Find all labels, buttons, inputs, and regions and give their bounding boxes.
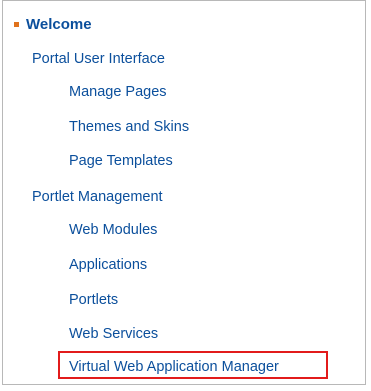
bullet-icon bbox=[14, 21, 19, 27]
nav-section-portal-user-interface[interactable]: Portal User Interface bbox=[32, 49, 165, 69]
nav-item-virtual-web-application-manager[interactable]: Virtual Web Application Manager bbox=[69, 357, 279, 377]
nav-item-portlets[interactable]: Portlets bbox=[69, 290, 118, 310]
nav-item-themes-and-skins[interactable]: Themes and Skins bbox=[69, 117, 189, 137]
navigation-panel: Welcome Portal User Interface Manage Pag… bbox=[2, 0, 366, 385]
welcome-label: Welcome bbox=[26, 15, 92, 33]
welcome-link[interactable]: Welcome bbox=[13, 13, 92, 35]
nav-item-web-services[interactable]: Web Services bbox=[69, 324, 158, 344]
nav-item-applications[interactable]: Applications bbox=[69, 255, 147, 275]
nav-item-manage-pages[interactable]: Manage Pages bbox=[69, 82, 167, 102]
nav-item-page-templates[interactable]: Page Templates bbox=[69, 151, 173, 171]
nav-section-portlet-management[interactable]: Portlet Management bbox=[32, 187, 163, 207]
nav-item-web-modules[interactable]: Web Modules bbox=[69, 220, 157, 240]
